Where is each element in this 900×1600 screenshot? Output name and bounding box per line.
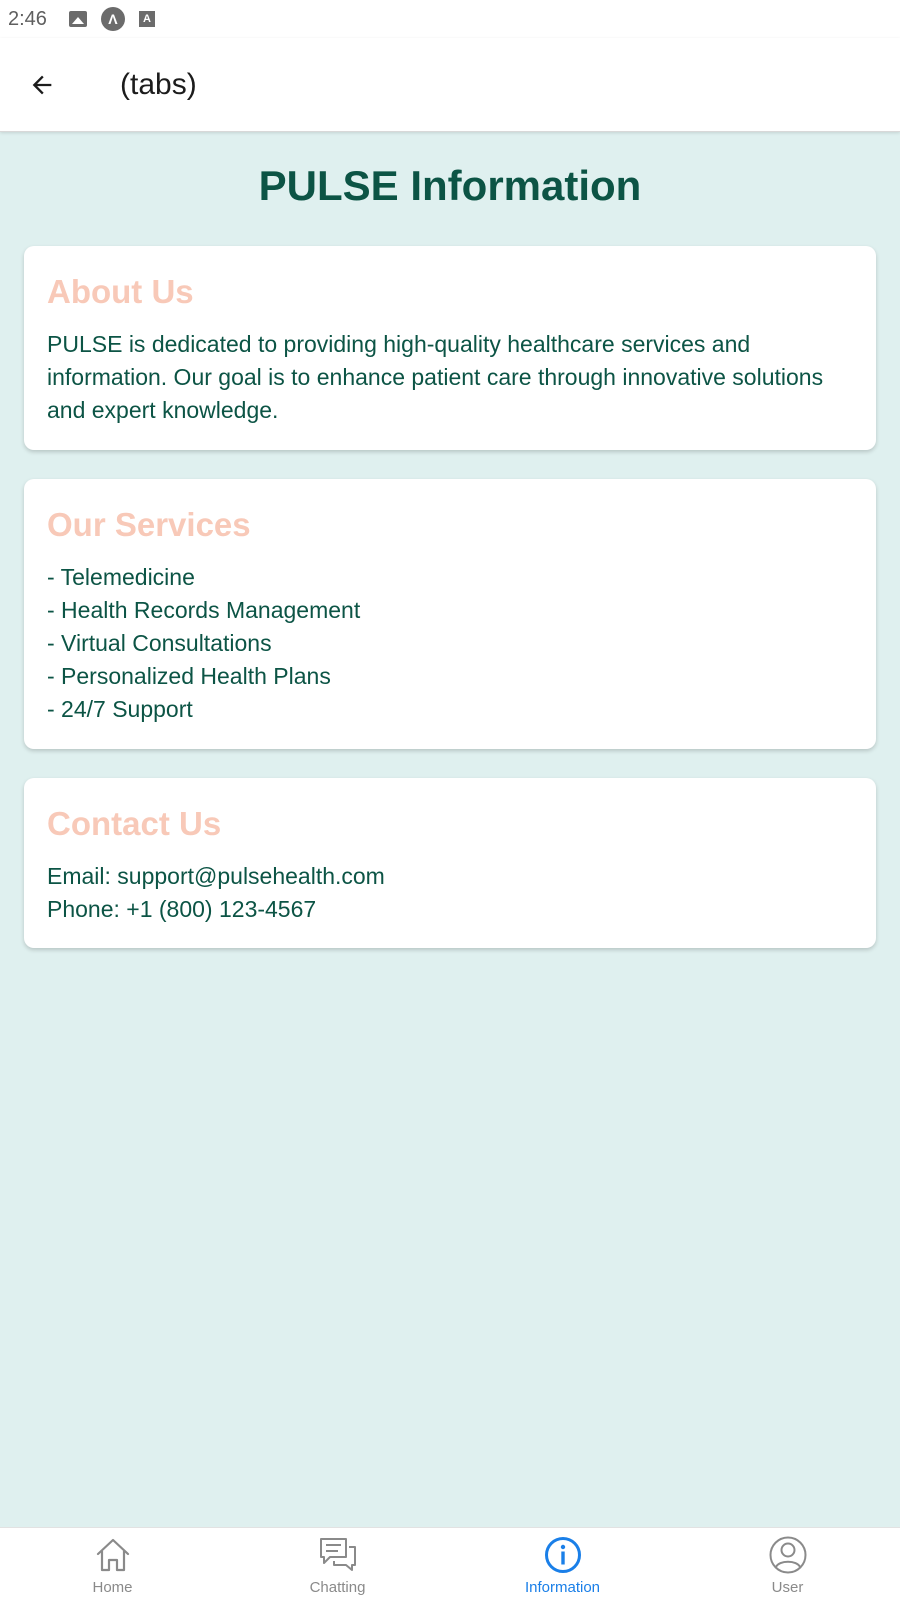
back-button[interactable] (0, 38, 84, 132)
contact-card: Contact Us Email: support@pulsehealth.co… (24, 778, 876, 948)
chat-icon (319, 1538, 356, 1571)
service-item: - Health Records Management (47, 597, 361, 623)
service-item: - Virtual Consultations (47, 630, 272, 656)
status-bar: 2:46 Λ A (0, 0, 900, 38)
status-icons: Λ A (68, 7, 155, 31)
tab-information[interactable]: Information (450, 1528, 675, 1600)
services-card: Our Services - Telemedicine - Health Rec… (24, 479, 876, 749)
tab-user[interactable]: User (675, 1528, 900, 1600)
user-icon (769, 1536, 806, 1574)
service-item: - 24/7 Support (47, 696, 193, 722)
services-list: - Telemedicine - Health Records Manageme… (47, 561, 854, 726)
a-box-icon: A (138, 11, 155, 27)
contact-email: Email: support@pulsehealth.com (47, 863, 385, 889)
tab-information-label: Information (524, 1579, 601, 1596)
info-icon (544, 1537, 581, 1573)
tab-user-label: User (771, 1579, 804, 1596)
about-heading: About Us (47, 273, 194, 310)
tab-home[interactable]: Home (0, 1528, 225, 1600)
tab-chatting[interactable]: Chatting (225, 1528, 450, 1600)
info-content: PULSE Information About Us PULSE is dedi… (0, 132, 900, 1527)
contact-phone: Phone: +1 (800) 123-4567 (47, 896, 317, 922)
service-item: - Telemedicine (47, 564, 195, 590)
about-card: About Us PULSE is dedicated to providing… (24, 246, 876, 450)
arrow-left-icon (32, 75, 52, 94)
home-icon (96, 1538, 129, 1572)
app-bar-title: (tabs) (120, 67, 197, 101)
status-time: 2:46 (8, 7, 47, 30)
service-item: - Personalized Health Plans (47, 663, 331, 689)
contact-heading: Contact Us (47, 805, 222, 842)
tab-chatting-label: Chatting (309, 1579, 366, 1596)
image-icon (68, 11, 87, 27)
services-heading: Our Services (47, 506, 251, 543)
app-bar: (tabs) (0, 38, 900, 132)
page-title: PULSE Information (258, 162, 642, 209)
bottom-tab-bar: Home Chatting Information User (0, 1527, 900, 1600)
a-circle-icon: Λ (100, 7, 125, 31)
tab-home-label: Home (92, 1579, 133, 1596)
about-body: PULSE is dedicated to providing high-qua… (47, 331, 824, 423)
